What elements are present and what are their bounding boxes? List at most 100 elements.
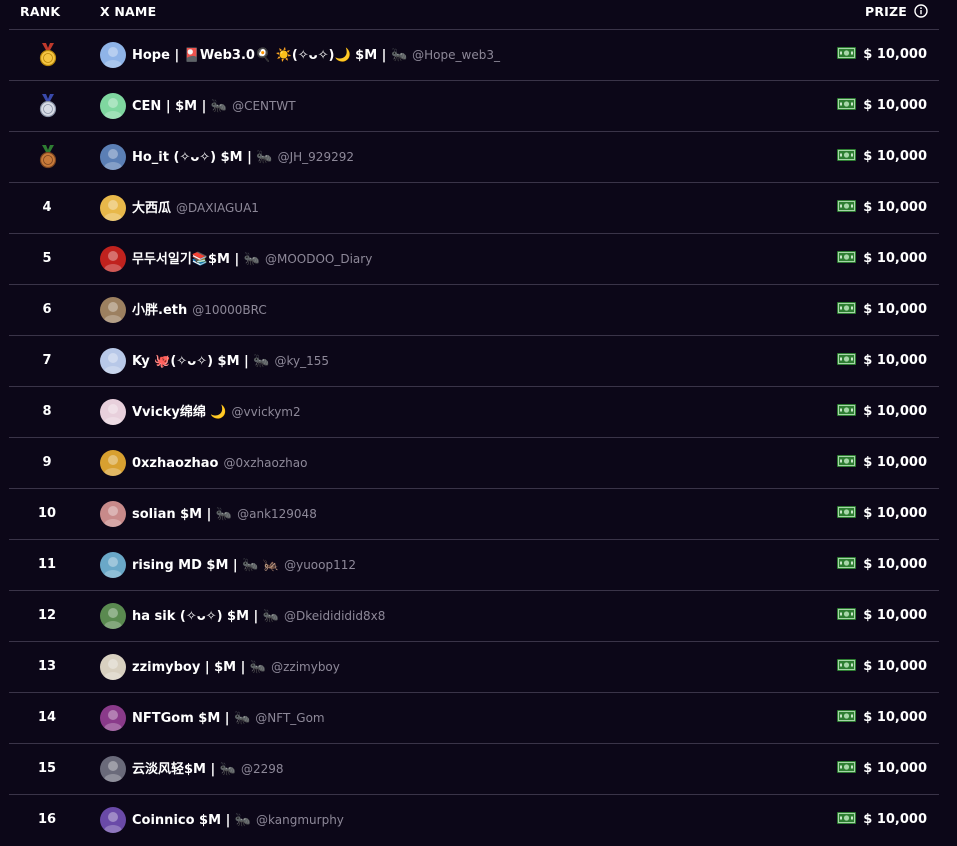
table-row[interactable]: 13 zzimyboy | $M | 🐜 @zzimyboy $ 10,000 — [9, 641, 939, 692]
table-row[interactable]: 6 小胖.eth @10000BRC $ 10,000 — [9, 284, 939, 335]
table-row[interactable]: 11 rising MD $M | 🐜 🦗 @yuoop112 $ 10,000 — [9, 539, 939, 590]
avatar[interactable] — [100, 603, 126, 629]
rank-number: 12 — [37, 608, 57, 623]
prize-cell: $ 10,000 — [837, 234, 927, 284]
prize-cell: $ 10,000 — [837, 183, 927, 233]
rank-number: 4 — [42, 200, 52, 215]
cash-icon — [837, 46, 856, 60]
x-handle[interactable]: @ank129048 — [237, 507, 317, 521]
cash-icon — [837, 454, 856, 468]
cash-icon — [837, 556, 856, 570]
table-row[interactable]: CEN | $M | 🐜 @CENTWT $ 10,000 — [9, 80, 939, 131]
prize-amount: $ 10,000 — [863, 149, 927, 164]
user-name-cell: Ho_it (✧ᴗ✧) $M | 🐜 @JH_929292 — [132, 132, 354, 182]
prize-amount: $ 10,000 — [863, 455, 927, 470]
x-handle[interactable]: @MOODOO_Diary — [265, 252, 372, 266]
prize-cell: $ 10,000 — [837, 132, 927, 182]
display-name[interactable]: Vvicky绵绵 🌙 — [132, 405, 227, 420]
avatar[interactable] — [100, 246, 126, 272]
x-handle[interactable]: @zzimyboy — [271, 660, 340, 674]
display-name[interactable]: 小胖.eth — [132, 303, 187, 318]
table-row[interactable]: 15 云淡风轻$M | 🐜 @2298 $ 10,000 — [9, 743, 939, 794]
table-row[interactable]: 5 무두서일기📚$M | 🐜 @MOODOO_Diary $ 10,000 — [9, 233, 939, 284]
x-handle[interactable]: @JH_929292 — [278, 150, 354, 164]
display-name[interactable]: 大西瓜 — [132, 201, 171, 216]
avatar[interactable] — [100, 297, 126, 323]
avatar[interactable] — [100, 348, 126, 374]
avatar[interactable] — [100, 654, 126, 680]
prize-amount: $ 10,000 — [863, 302, 927, 317]
table-row[interactable]: 12 ha sik (✧ᴗ✧) $M | 🐜 @Dkeidididid8x8 $ … — [9, 590, 939, 641]
display-name[interactable]: Ky 🐙(✧ᴗ✧) $M | 🐜 — [132, 354, 270, 369]
prize-cell: $ 10,000 — [837, 591, 927, 641]
table-row[interactable]: 7 Ky 🐙(✧ᴗ✧) $M | 🐜 @ky_155 $ 10,000 — [9, 335, 939, 386]
rank-number: 14 — [37, 710, 57, 725]
table-row[interactable]: Hope | 🎴Web3.0🍳 ☀️(✧ᴗ✧)🌙 $M | 🐜 @Hope_web… — [9, 29, 939, 80]
rank-number: 13 — [37, 659, 57, 674]
user-name-cell: 小胖.eth @10000BRC — [132, 285, 267, 335]
display-name[interactable]: zzimyboy | $M | 🐜 — [132, 660, 266, 675]
prize-cell: $ 10,000 — [837, 387, 927, 437]
avatar[interactable] — [100, 756, 126, 782]
table-row[interactable]: 14 NFTGom $M | 🐜 @NFT_Gom $ 10,000 — [9, 692, 939, 743]
x-handle[interactable]: @kangmurphy — [256, 813, 344, 827]
prize-amount: $ 10,000 — [863, 47, 927, 62]
x-handle[interactable]: @2298 — [241, 762, 284, 776]
avatar[interactable] — [100, 807, 126, 833]
user-name-cell: 云淡风轻$M | 🐜 @2298 — [132, 744, 284, 794]
silver-medal-icon — [39, 94, 57, 118]
rank-number: 5 — [42, 251, 52, 266]
table-row[interactable]: 16 Coinnico $M | 🐜 @kangmurphy $ 10,000 — [9, 794, 939, 845]
display-name[interactable]: NFTGom $M | 🐜 — [132, 711, 250, 726]
avatar[interactable] — [100, 552, 126, 578]
prize-cell: $ 10,000 — [837, 489, 927, 539]
x-handle[interactable]: @vvickym2 — [232, 405, 301, 419]
user-name-cell: Coinnico $M | 🐜 @kangmurphy — [132, 795, 344, 845]
x-handle[interactable]: @DAXIAGUA1 — [176, 201, 259, 215]
avatar[interactable] — [100, 42, 126, 68]
x-handle[interactable]: @10000BRC — [192, 303, 267, 317]
display-name[interactable]: 무두서일기📚$M | 🐜 — [132, 252, 260, 267]
x-handle[interactable]: @0xzhaozhao — [223, 456, 307, 470]
display-name[interactable]: Coinnico $M | 🐜 — [132, 813, 251, 828]
leaderboard-header: RANK X NAME PRIZE — [0, 0, 957, 28]
x-handle[interactable]: @NFT_Gom — [255, 711, 324, 725]
prize-amount: $ 10,000 — [863, 608, 927, 623]
rank-number: 9 — [42, 455, 52, 470]
table-row[interactable]: 8 Vvicky绵绵 🌙 @vvickym2 $ 10,000 — [9, 386, 939, 437]
avatar[interactable] — [100, 705, 126, 731]
table-row[interactable]: Ho_it (✧ᴗ✧) $M | 🐜 @JH_929292 $ 10,000 — [9, 131, 939, 182]
table-row[interactable]: 4 大西瓜 @DAXIAGUA1 $ 10,000 — [9, 182, 939, 233]
avatar[interactable] — [100, 450, 126, 476]
avatar[interactable] — [100, 144, 126, 170]
table-row[interactable]: 10 solian $M | 🐜 @ank129048 $ 10,000 — [9, 488, 939, 539]
x-handle[interactable]: @ky_155 — [275, 354, 330, 368]
cash-icon — [837, 607, 856, 621]
cash-icon — [837, 97, 856, 111]
avatar[interactable] — [100, 501, 126, 527]
avatar[interactable] — [100, 93, 126, 119]
prize-cell: $ 10,000 — [837, 438, 927, 488]
display-name[interactable]: Hope | 🎴Web3.0🍳 ☀️(✧ᴗ✧)🌙 $M | 🐜 — [132, 48, 407, 63]
display-name[interactable]: solian $M | 🐜 — [132, 507, 232, 522]
info-icon[interactable] — [914, 4, 928, 18]
display-name[interactable]: ha sik (✧ᴗ✧) $M | 🐜 — [132, 609, 279, 624]
gold-medal-icon — [39, 43, 57, 67]
cash-icon — [837, 709, 856, 723]
display-name[interactable]: CEN | $M | 🐜 — [132, 99, 227, 114]
table-row[interactable]: 9 0xzhaozhao @0xzhaozhao $ 10,000 — [9, 437, 939, 488]
avatar[interactable] — [100, 399, 126, 425]
display-name[interactable]: 0xzhaozhao — [132, 456, 218, 471]
x-handle[interactable]: @Dkeidididid8x8 — [284, 609, 385, 623]
display-name[interactable]: 云淡风轻$M | 🐜 — [132, 762, 236, 777]
rank-number: 11 — [37, 557, 57, 572]
prize-amount: $ 10,000 — [863, 353, 927, 368]
avatar[interactable] — [100, 195, 126, 221]
x-handle[interactable]: @yuoop112 — [284, 558, 356, 572]
display-name[interactable]: rising MD $M | 🐜 🦗 — [132, 558, 279, 573]
prize-cell: $ 10,000 — [837, 795, 927, 845]
x-handle[interactable]: @Hope_web3_ — [412, 48, 500, 62]
display-name[interactable]: Ho_it (✧ᴗ✧) $M | 🐜 — [132, 150, 273, 165]
cash-icon — [837, 658, 856, 672]
x-handle[interactable]: @CENTWT — [232, 99, 295, 113]
